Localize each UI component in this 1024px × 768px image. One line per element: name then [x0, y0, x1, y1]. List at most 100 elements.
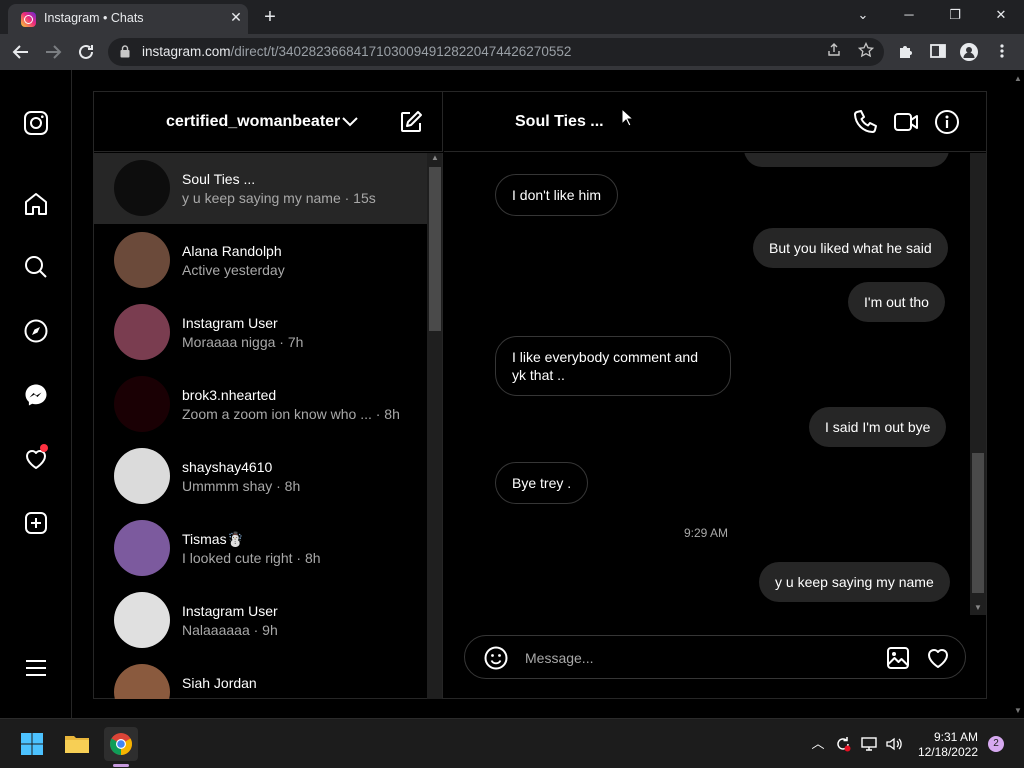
new-tab-button[interactable]: +: [259, 6, 281, 28]
browser-tab-strip: Instagram • Chats ✕ + ⌄ ─ ❐ ✕: [0, 0, 1024, 34]
extensions-puzzle-icon[interactable]: [896, 42, 916, 62]
home-icon[interactable]: [23, 191, 49, 217]
scrollbar-thumb[interactable]: [429, 167, 441, 331]
file-explorer-icon[interactable]: [60, 727, 94, 761]
thread-preview: Moraaaa nigga · 7h: [182, 334, 304, 350]
thread-item[interactable]: brok3.nhearted Zoom a zoom ion know who .…: [94, 368, 427, 440]
conversation-info-icon[interactable]: [934, 109, 960, 135]
message-bubble-outgoing[interactable]: y u keep saying my name: [759, 562, 950, 602]
instagram-favicon-icon: [21, 12, 36, 27]
thread-name: Instagram User: [182, 603, 278, 619]
emoji-icon[interactable]: [483, 645, 509, 671]
network-icon[interactable]: [860, 735, 878, 753]
notifications-heart-icon[interactable]: [23, 444, 49, 472]
create-plus-icon[interactable]: [23, 510, 49, 536]
message-bubble-outgoing[interactable]: I said I'm out bye: [809, 407, 947, 447]
message-bubble-incoming[interactable]: Bye trey .: [495, 462, 589, 504]
scrollbar-thumb[interactable]: [972, 453, 984, 593]
window-restore-button[interactable]: ❐: [932, 0, 978, 30]
thread-name: Instagram User: [182, 315, 278, 331]
message-input[interactable]: [525, 646, 865, 670]
mouse-cursor-icon: [621, 108, 635, 127]
search-icon[interactable]: [23, 254, 49, 280]
thread-item[interactable]: Soul Ties ... y u keep saying my name · 1…: [94, 153, 427, 224]
explore-compass-icon[interactable]: [23, 318, 49, 344]
back-arrow-icon[interactable]: [9, 40, 33, 64]
windows-start-icon[interactable]: [15, 727, 49, 761]
active-app-indicator: [113, 764, 129, 767]
add-photo-icon[interactable]: [885, 645, 911, 671]
bookmark-star-icon[interactable]: [856, 41, 876, 62]
thread-item[interactable]: Instagram User Moraaaa nigga · 7h: [94, 296, 427, 368]
clock-date: 12/18/2022: [917, 745, 978, 759]
sync-update-icon[interactable]: [834, 735, 852, 753]
messenger-icon[interactable]: [23, 382, 49, 408]
reload-icon[interactable]: [74, 40, 98, 64]
thread-list: Soul Ties ... y u keep saying my name · 1…: [94, 153, 427, 699]
chat-scrollbar[interactable]: ▼: [970, 153, 986, 615]
thread-list-scrollbar[interactable]: ▲: [427, 153, 443, 699]
previous-message-bubble[interactable]: [744, 153, 949, 167]
browser-tab-instagram[interactable]: Instagram • Chats ✕: [8, 4, 248, 34]
message-bubble-outgoing[interactable]: But you liked what he said: [753, 228, 948, 268]
instagram-logo-icon[interactable]: [23, 110, 49, 136]
chat-title[interactable]: Soul Ties ...: [515, 113, 604, 131]
browser-menu-icon[interactable]: [992, 42, 1012, 62]
message-bubble-incoming[interactable]: I don't like him: [495, 174, 619, 216]
thread-name: brok3.nhearted: [182, 387, 277, 403]
chrome-icon[interactable]: [104, 727, 138, 761]
volume-icon[interactable]: [885, 735, 903, 753]
left-navigation: [0, 70, 72, 718]
thread-item[interactable]: Instagram User Nalaaaaaa · 9h: [94, 584, 427, 656]
thread-item[interactable]: Tismas☃️ I looked cute right · 8h: [94, 512, 427, 584]
side-panel-icon[interactable]: [928, 42, 948, 62]
scroll-down-arrow-icon[interactable]: ▼: [970, 603, 986, 612]
thread-name: Alana Randolph: [182, 243, 282, 259]
thread-preview: Nalaaaaaa · 9h: [182, 622, 278, 638]
avatar: [114, 592, 170, 648]
tab-close-icon[interactable]: ✕: [227, 8, 245, 26]
video-call-icon[interactable]: [893, 109, 919, 135]
thread-name: shayshay4610: [182, 459, 273, 475]
avatar: [114, 376, 170, 432]
address-bar[interactable]: instagram.com/direct/t/34028236684171030…: [108, 38, 884, 66]
more-menu-icon[interactable]: [23, 655, 49, 681]
instagram-page: certified_womanbeater Soul Ties ... y u k…: [0, 70, 1012, 718]
audio-call-icon[interactable]: [852, 109, 878, 135]
profile-avatar-icon[interactable]: [960, 43, 978, 61]
forward-arrow-icon[interactable]: [41, 40, 65, 64]
message-bubble-incoming[interactable]: I like everybody comment and yk that ..: [495, 336, 731, 396]
message-bubble-outgoing[interactable]: I'm out tho: [848, 282, 945, 322]
like-heart-icon[interactable]: [925, 645, 951, 671]
window-close-button[interactable]: ✕: [978, 0, 1024, 30]
windows-taskbar: ︿ 9:31 AM 12/18/2022 2: [0, 718, 1024, 768]
tab-search-button[interactable]: ⌄: [840, 0, 886, 30]
show-hidden-icons-chevron-icon[interactable]: ︿: [809, 735, 827, 753]
thread-preview: Active yesterday: [182, 262, 285, 278]
thread-item[interactable]: Alana Randolph Active yesterday: [94, 224, 427, 296]
chat-header: Soul Ties ...: [444, 92, 986, 152]
notification-center-badge[interactable]: 2: [988, 736, 1004, 752]
thread-preview: y u keep saying my name · 15s: [182, 190, 376, 206]
scroll-down-arrow-icon[interactable]: ▼: [1014, 706, 1022, 716]
avatar: [114, 304, 170, 360]
avatar: [114, 232, 170, 288]
scroll-up-arrow-icon[interactable]: ▲: [427, 153, 443, 162]
chevron-down-icon[interactable]: [340, 111, 360, 131]
clock-time: 9:31 AM: [933, 730, 978, 744]
share-icon[interactable]: [824, 42, 844, 62]
system-clock[interactable]: 9:31 AM 12/18/2022: [912, 730, 978, 760]
thread-name: Tismas☃️: [182, 531, 245, 547]
window-minimize-button[interactable]: ─: [886, 0, 932, 30]
scroll-up-arrow-icon[interactable]: ▲: [1014, 74, 1022, 84]
lock-icon: [120, 45, 130, 58]
thread-item[interactable]: Siah Jordan: [94, 656, 427, 699]
account-switcher[interactable]: certified_womanbeater: [166, 113, 340, 131]
avatar: [114, 664, 170, 699]
compose-new-message-icon[interactable]: [399, 110, 423, 134]
tab-title: Instagram • Chats: [44, 11, 144, 25]
direct-messages-panel: certified_womanbeater Soul Ties ... y u k…: [93, 91, 987, 699]
url-text: instagram.com/direct/t/34028236684171030…: [142, 44, 572, 59]
thread-item[interactable]: shayshay4610 Ummmm shay · 8h: [94, 440, 427, 512]
page-scrollbar[interactable]: ▲ ▼: [1012, 70, 1024, 718]
